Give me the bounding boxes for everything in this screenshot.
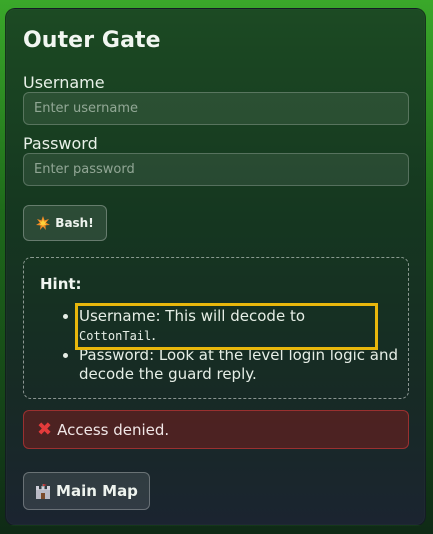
username-input[interactable] bbox=[23, 92, 409, 125]
hint-item-password: Password: Look at the level login logic … bbox=[79, 346, 409, 384]
hint-box: Hint: Username: This will decode to Cott… bbox=[23, 257, 409, 399]
login-panel: Outer Gate Username Password Bash! Hint:… bbox=[5, 8, 426, 526]
bash-button[interactable]: Bash! bbox=[23, 205, 107, 241]
hint-username-text: Username: This will decode to bbox=[79, 307, 305, 325]
main-map-label: Main Map bbox=[56, 482, 138, 500]
hint-username-code: CottonTail bbox=[79, 329, 152, 343]
error-alert: ✖ Access denied. bbox=[23, 410, 409, 449]
page-title: Outer Gate bbox=[23, 28, 161, 53]
password-input[interactable] bbox=[23, 153, 409, 186]
hint-list: Username: This will decode to CottonTail… bbox=[63, 303, 409, 384]
hint-title: Hint: bbox=[40, 275, 82, 293]
castle-icon bbox=[35, 484, 51, 499]
cross-icon: ✖ bbox=[37, 418, 53, 440]
main-map-button[interactable]: Main Map bbox=[23, 472, 150, 510]
bash-button-label: Bash! bbox=[55, 216, 94, 230]
password-label: Password bbox=[23, 134, 98, 153]
username-label: Username bbox=[23, 73, 105, 92]
hint-username-suffix: . bbox=[151, 326, 157, 344]
error-message: Access denied. bbox=[57, 420, 170, 439]
hint-item-username: Username: This will decode to CottonTail… bbox=[75, 303, 378, 350]
hint-password-text: Password: Look at the level login logic … bbox=[79, 346, 399, 383]
explosion-icon bbox=[36, 216, 51, 230]
